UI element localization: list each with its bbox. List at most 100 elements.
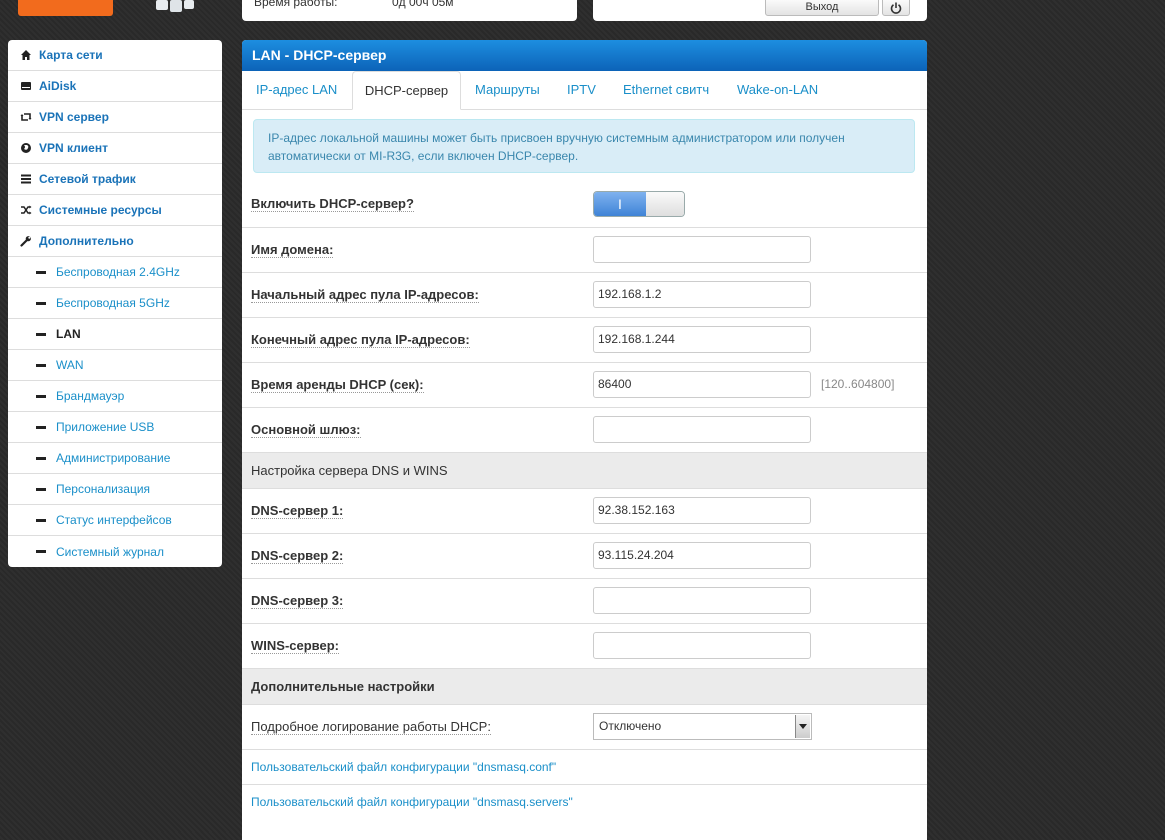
form-row-dns1: DNS-сервер 1: 92.38.152.163	[242, 488, 927, 533]
hdd-icon	[19, 79, 33, 93]
sidebar-subitem-admin[interactable]: Администрирование	[8, 443, 222, 474]
page-title: LAN - DHCP-сервер	[242, 40, 927, 71]
form-row-domain: Имя домена:	[242, 227, 927, 272]
wins-input[interactable]	[593, 632, 811, 659]
dns2-label: DNS-сервер 2:	[251, 548, 344, 564]
sidebar-subitem-wireless-5[interactable]: Беспроводная 5GHz	[8, 288, 222, 319]
form-row-dnsmasq-servers: Пользовательский файл конфигурации "dnsm…	[242, 784, 927, 819]
gateway-input[interactable]	[593, 416, 811, 443]
dnsmasq-servers-link[interactable]: Пользовательский файл конфигурации "dnsm…	[251, 795, 573, 809]
dhcp-enable-label: Включить DHCP-сервер?	[251, 196, 414, 212]
dash-icon	[36, 270, 46, 274]
domain-input[interactable]	[593, 236, 811, 263]
form-row-dnsmasq-conf: Пользовательский файл конфигурации "dnsm…	[242, 749, 927, 784]
dash-icon	[36, 425, 46, 429]
uptime-label: Время работы:	[254, 0, 338, 9]
sidebar-subitem-label: LAN	[56, 327, 81, 341]
dns1-label: DNS-сервер 1:	[251, 503, 344, 519]
form-row-dns2: DNS-сервер 2: 93.115.24.204	[242, 533, 927, 578]
form-row-pool-end: Конечный адрес пула IP-адресов: 192.168.…	[242, 317, 927, 362]
sidebar-subitem-wireless-24[interactable]: Беспроводная 2.4GHz	[8, 257, 222, 288]
dash-icon	[36, 394, 46, 398]
dash-icon	[36, 550, 46, 553]
sidebar-item-vpn-client[interactable]: VPN клиент	[8, 133, 222, 164]
sidebar-subitem-label: Брандмауэр	[56, 389, 125, 403]
settings-form: Включить DHCP-сервер? I Имя домена: Нача…	[242, 182, 927, 819]
dns1-input[interactable]: 92.38.152.163	[593, 497, 811, 524]
chevron-down-icon	[795, 715, 810, 738]
tab-ethernet-switch[interactable]: Ethernet свитч	[623, 71, 709, 108]
form-row-dhcp-enable: Включить DHCP-сервер? I	[242, 182, 927, 227]
dash-icon	[36, 363, 46, 367]
lease-time-hint: [120..604800]	[821, 377, 895, 391]
dnsmasq-conf-link[interactable]: Пользовательский файл конфигурации "dnsm…	[251, 760, 556, 774]
random-icon	[19, 203, 33, 217]
sidebar-subitem-label: Беспроводная 5GHz	[56, 296, 170, 310]
sidebar-subitem-label: Приложение USB	[56, 420, 155, 434]
sidebar-item-label: VPN клиент	[39, 141, 108, 155]
sidebar-subitem-label: WAN	[56, 358, 84, 372]
sidebar-subitem-firewall[interactable]: Брандмауэр	[8, 381, 222, 412]
dhcp-logging-label: Подробное логирование работы DHCP:	[251, 719, 491, 735]
sidebar-item-network-map[interactable]: Карта сети	[8, 40, 222, 71]
wins-label: WINS-сервер:	[251, 638, 339, 654]
gateway-label: Основной шлюз:	[251, 422, 361, 438]
sidebar-item-traffic[interactable]: Сетевой трафик	[8, 164, 222, 195]
tab-lan-ip[interactable]: IP-адрес LAN	[256, 71, 337, 108]
dash-icon	[36, 487, 46, 491]
pool-end-input[interactable]: 192.168.1.244	[593, 326, 811, 353]
logout-panel: Выход	[593, 0, 927, 21]
dash-icon	[36, 332, 46, 336]
sidebar-item-label: AiDisk	[39, 79, 77, 93]
sidebar-item-vpn-server[interactable]: VPN сервер	[8, 102, 222, 133]
brand-logo	[18, 0, 113, 16]
dash-icon	[36, 456, 46, 460]
lease-time-label: Время аренды DHCP (сек):	[251, 377, 424, 393]
sidebar-subitem-label: Администрирование	[56, 451, 171, 465]
sidebar-item-label: Сетевой трафик	[39, 172, 136, 186]
sidebar-item-advanced[interactable]: Дополнительно	[8, 226, 222, 257]
tab-dhcp-server[interactable]: DHCP-сервер	[352, 71, 461, 110]
uptime-panel: Время работы: 0д 00ч 05м	[242, 0, 577, 21]
sidebar-subitem-label: Статус интерфейсов	[56, 513, 172, 527]
sidebar-subitem-usb[interactable]: Приложение USB	[8, 412, 222, 443]
form-row-wins: WINS-сервер:	[242, 623, 927, 668]
dhcp-panel: LAN - DHCP-сервер IP-адрес LAN DHCP-серв…	[242, 40, 927, 840]
sidebar-subitem-interface-status[interactable]: Статус интерфейсов	[8, 505, 222, 536]
dhcp-enable-toggle[interactable]: I	[593, 191, 685, 217]
tab-routes[interactable]: Маршруты	[475, 71, 540, 108]
home-icon	[19, 48, 33, 62]
sidebar-subitem-lan[interactable]: LAN	[8, 319, 222, 350]
sidebar-item-label: VPN сервер	[39, 110, 109, 124]
sidebar-item-aidisk[interactable]: AiDisk	[8, 71, 222, 102]
dns3-label: DNS-сервер 3:	[251, 593, 344, 609]
sidebar-subitem-label: Персонализация	[56, 482, 151, 496]
toggle-off-handle	[646, 192, 684, 216]
logout-button[interactable]: Выход	[765, 0, 879, 16]
sidebar-item-system-resources[interactable]: Системные ресурсы	[8, 195, 222, 226]
dhcp-logging-select[interactable]: Отключено	[593, 713, 812, 740]
info-alert: IP-адрес локальной машины может быть при…	[253, 119, 915, 173]
reboot-button[interactable]	[882, 0, 910, 16]
sidebar-subitem-personalization[interactable]: Персонализация	[8, 474, 222, 505]
dns2-input[interactable]: 93.115.24.204	[593, 542, 811, 569]
tab-wake-on-lan[interactable]: Wake-on-LAN	[737, 71, 818, 108]
sidebar-subitem-wan[interactable]: WAN	[8, 350, 222, 381]
sidebar-item-label: Дополнительно	[39, 234, 134, 248]
dash-icon	[36, 518, 46, 522]
lease-time-input[interactable]: 86400	[593, 371, 811, 398]
pool-start-input[interactable]: 192.168.1.2	[593, 281, 811, 308]
tab-iptv[interactable]: IPTV	[567, 71, 596, 108]
sidebar-subitem-syslog[interactable]: Системный журнал	[8, 536, 222, 567]
form-row-dns3: DNS-сервер 3:	[242, 578, 927, 623]
form-row-pool-start: Начальный адрес пула IP-адресов: 192.168…	[242, 272, 927, 317]
dns3-input[interactable]	[593, 587, 811, 614]
power-icon	[890, 2, 902, 14]
dhcp-logging-value: Отключено	[599, 719, 662, 733]
form-row-lease-time: Время аренды DHCP (сек): 86400 [120..604…	[242, 362, 927, 407]
pool-end-label: Конечный адрес пула IP-адресов:	[251, 332, 470, 348]
section-dns-wins: Настройка сервера DNS и WINS	[242, 452, 927, 488]
tab-bar: IP-адрес LAN DHCP-сервер Маршруты IPTV E…	[242, 71, 927, 110]
toggle-on-state: I	[594, 192, 646, 216]
sidebar-subitem-label: Системный журнал	[56, 544, 164, 559]
